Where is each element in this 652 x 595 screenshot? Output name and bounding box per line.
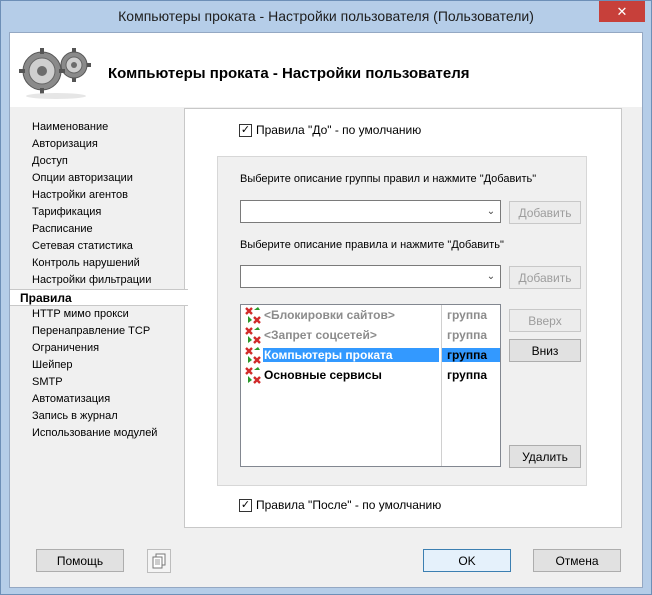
nav-item-nastroyki-agentov[interactable]: Настройки агентов [10,187,186,204]
nav-item-naimenovanie[interactable]: Наименование [10,119,186,136]
rule-group-icon [245,367,261,384]
checkbox-check-icon: ✓ [239,498,252,512]
nav-item-kontrol-narusheniy[interactable]: Контроль нарушений [10,255,186,272]
settings-nav: Наименование Авторизация Доступ Опции автор… [10,119,188,442]
nav-item-http-mimo-proksi[interactable]: HTTP мимо прокси [10,306,186,323]
before-rules-label: Правила "До" - по умолчанию [256,123,422,137]
rules-list[interactable]: <Блокировки сайтов> группа <Запрет соцсете… [240,304,501,467]
after-rules-label: Правила "После" - по умолчанию [256,498,442,512]
rule-prompt: Выберите описание правила и нажмите "Доб… [240,239,504,251]
chevron-down-icon: ⌄ [486,206,496,217]
rule-name: Основные сервисы [264,368,382,382]
rule-name: <Запрет соцсетей> [264,328,377,342]
close-icon: ✕ [616,3,628,19]
nav-item-smtp[interactable]: SMTP [10,374,186,391]
cancel-button[interactable]: Отмена [533,549,621,572]
rule-type: группа [447,308,488,322]
rule-group-icon [245,327,261,344]
dialog-window: Компьютеры проката - Настройки пользоват… [0,0,652,595]
title-bar[interactable]: Компьютеры проката - Настройки пользоват… [1,1,651,33]
nav-item-sheyper[interactable]: Шейпер [10,357,186,374]
ok-button[interactable]: OK [423,549,511,572]
nav-item-ogranicheniya[interactable]: Ограничения [10,340,186,357]
dialog-client: Компьютеры проката - Настройки пользоват… [9,32,643,588]
nav-item-setevaya-statistika[interactable]: Сетевая статистика [10,238,186,255]
list-item[interactable]: <Блокировки сайтов> группа [241,305,500,325]
rules-panel: ✓ Правила "До" - по умолчанию Выберите о… [184,108,622,528]
rule-name: Компьютеры проката [263,348,439,362]
rule-group-icon [245,347,261,364]
rule-group-icon [245,307,261,324]
rule-name: <Блокировки сайтов> [264,308,395,322]
list-item[interactable]: <Запрет соцсетей> группа [241,325,500,345]
nav-item-ispolzovanie-moduley[interactable]: Использование модулей [10,425,186,442]
nav-item-pravila[interactable]: Правила [10,289,188,306]
delete-button[interactable]: Удалить [509,445,581,468]
nav-item-raspisanie[interactable]: Расписание [10,221,186,238]
add-rule-button[interactable]: Добавить [509,266,581,289]
move-up-button[interactable]: Вверх [509,309,581,332]
nav-item-dostup[interactable]: Доступ [10,153,186,170]
copy-document-icon [152,553,166,569]
help-button[interactable]: Помощь [36,549,124,572]
move-down-button[interactable]: Вниз [509,339,581,362]
before-rules-checkbox[interactable]: ✓ Правила "До" - по умолчанию [239,123,421,137]
rule-type: группа [442,348,500,362]
group-prompt: Выберите описание группы правил и нажмит… [240,173,537,185]
rule-type: группа [447,368,488,382]
close-button[interactable]: ✕ [599,1,645,22]
after-rules-checkbox[interactable]: ✓ Правила "После" - по умолчанию [239,498,441,512]
window-title: Компьютеры проката - Настройки пользоват… [118,8,534,24]
rules-group-box: Выберите описание группы правил и нажмит… [217,156,587,486]
nav-item-optsii-avtorizatsii[interactable]: Опции авторизации [10,170,186,187]
nav-item-tarifikatsiya[interactable]: Тарификация [10,204,186,221]
chevron-down-icon: ⌄ [486,271,496,282]
nav-item-avtorizatsiya[interactable]: Авторизация [10,136,186,153]
group-select[interactable]: ⌄ [240,200,501,223]
nav-item-nastroyki-filtratsii[interactable]: Настройки фильтрации [10,272,186,289]
rule-type: группа [447,328,488,342]
header-title: Компьютеры проката - Настройки пользоват… [108,65,470,82]
add-group-button[interactable]: Добавить [509,201,581,224]
nav-item-perenapravlenie-tcp[interactable]: Перенаправление TCP [10,323,186,340]
header-banner: Компьютеры проката - Настройки пользоват… [10,33,642,107]
list-item[interactable]: Основные сервисы группа [241,365,500,385]
copy-button[interactable] [147,549,171,573]
nav-item-avtomatizatsiya[interactable]: Автоматизация [10,391,186,408]
list-item[interactable]: Компьютеры проката группа [241,345,500,365]
checkbox-check-icon: ✓ [239,123,252,137]
nav-item-zapis-v-zhurnal[interactable]: Запись в журнал [10,408,186,425]
gears-icon [19,48,91,99]
rule-select[interactable]: ⌄ [240,265,501,288]
